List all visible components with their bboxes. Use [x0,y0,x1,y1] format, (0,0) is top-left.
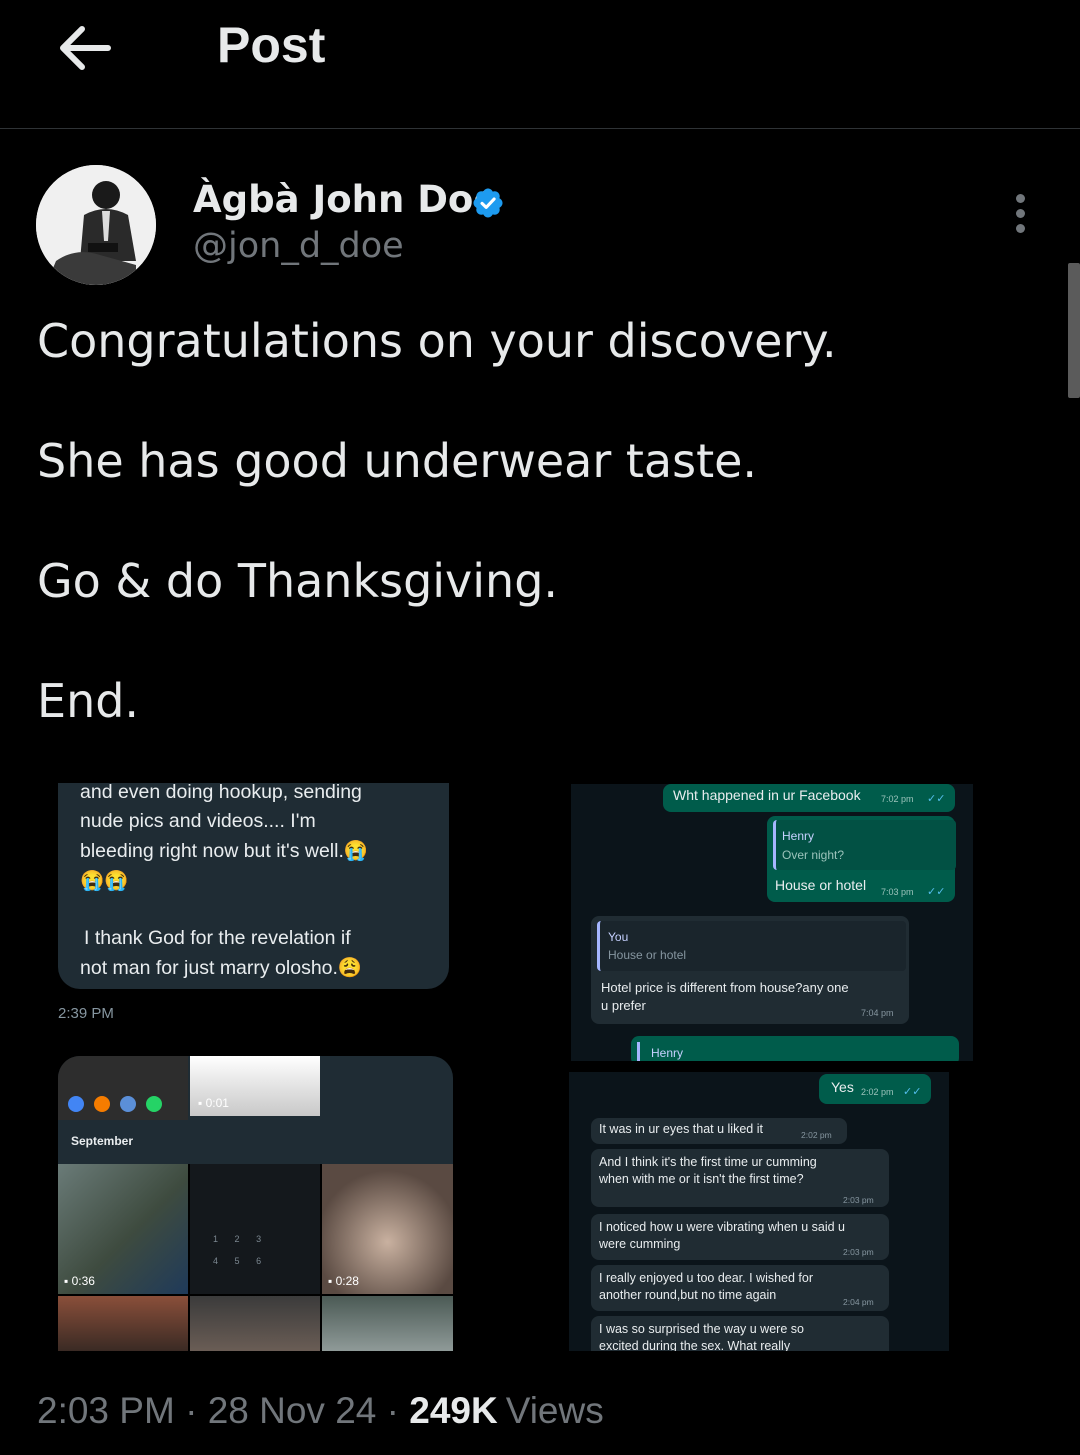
read-receipt-icon: ✓✓ [903,1086,922,1098]
chat-text: Hotel price is different from house?any … [601,980,849,995]
post-time: 2:03 PM [37,1390,175,1431]
gallery-month-label: September [71,1134,134,1148]
read-receipt-icon: ✓✓ [927,793,946,805]
quoted-text: House or hotel [608,948,687,962]
video-camera-icon: ▪ [64,1274,69,1288]
gallery-thumbnail [190,1164,320,1294]
chat-text-line: and even doing hookup, sending [80,783,362,803]
media-image-4[interactable]: Yes 2:02 pm ✓✓ It was in ur eyes that u … [569,1072,949,1351]
read-receipt-icon: ✓✓ [927,886,946,898]
quoted-message [597,921,906,971]
chat-timestamp: 7:03 pm [881,887,914,897]
tweet-text-line: Congratulations on your discovery. [37,314,837,368]
avatar-photo-icon [36,165,156,285]
post-date: 28 Nov 24 [207,1390,377,1431]
author-handle[interactable]: @jon_d_doe [193,226,404,266]
author-display-name[interactable]: Àgbà John Doe [193,178,498,221]
views-count[interactable]: 249K [409,1390,497,1431]
gallery-thumbnail [322,1296,453,1351]
chat-text: It was in ur eyes that u liked it [599,1122,763,1136]
quote-bar [637,1042,640,1061]
views-label[interactable]: Views [506,1390,604,1431]
video-camera-icon: ▪ [328,1274,333,1288]
gallery-thumbnail [58,1296,188,1351]
app-icon [120,1096,136,1112]
chat-text: another round,but no time again [599,1288,777,1302]
more-dot-icon [1015,209,1025,218]
chat-timestamp: 7:02 pm [881,794,914,804]
keypad-row: 4 5 6 [213,1256,262,1266]
tweet-text-line: Go & do Thanksgiving. [37,554,559,608]
chat-timestamp: 2:04 pm [843,1297,874,1307]
top-bar: Post [0,0,1080,129]
chat-text-line: not man for just marry olosho.😩 [80,957,363,979]
app-icon [94,1096,110,1112]
chat-timestamp: 2:03 pm [843,1195,874,1205]
video-duration-text: 0:01 [205,1096,229,1110]
verified-badge-icon [473,188,503,218]
chat-timestamp: 7:04 pm [861,1008,894,1018]
chat-text: House or hotel [775,877,867,893]
chrome-icon [68,1096,84,1112]
chat-text: excited during the sex. What really [599,1339,791,1351]
tweet-text-line: She has good underwear taste. [37,434,758,488]
media-image-2[interactable]: Wht happened in ur Facebook 7:02 pm ✓✓ H… [571,784,973,1061]
chat-text: were cumming [599,1237,681,1251]
tweet-text-line: End. [37,674,140,728]
quoted-author: Henry [782,829,815,843]
chat-text: I noticed how u were vibrating when u sa… [599,1220,845,1234]
meta-separator: · [185,1390,198,1431]
arrow-left-icon [60,26,111,70]
whatsapp-icon [146,1096,162,1112]
chat-text: when with me or it isn't the first time? [599,1172,804,1186]
media-image-1[interactable]: and even doing hookup, sending nude pics… [58,783,453,1033]
chat-timestamp: 2:02 pm [801,1130,832,1140]
chat-text-line: I thank God for the revelation if [84,927,351,949]
page-title: Post [217,17,326,73]
quoted-text: Over night? [782,848,845,862]
chat-text: u prefer [601,998,646,1013]
quoted-message [773,820,956,870]
back-button[interactable] [52,18,116,78]
meta-separator: · [386,1390,399,1431]
media-image-3[interactable]: ▪ 0:01 September 1 2 3 4 5 6 ▪ 0:36 ▪ 0:… [58,1056,453,1351]
chat-text-line: bleeding right now but it's well.😭 [80,840,369,862]
scrollbar[interactable] [1068,263,1080,398]
chat-text: I really enjoyed u too dear. I wished fo… [599,1271,814,1285]
video-duration-text: 0:28 [335,1274,359,1288]
chat-text: Wht happened in ur Facebook [673,787,861,803]
quoted-author: Henry [651,1046,684,1060]
quoted-author: You [608,930,629,944]
more-dot-icon [1015,224,1025,233]
chat-text-line: nude pics and videos.... I'm [80,810,316,832]
chat-text: And I think it's the first time ur cummi… [599,1155,817,1169]
avatar[interactable] [36,165,156,285]
video-duration-text: 0:36 [71,1274,95,1288]
gallery-thumbnail [190,1296,320,1351]
chat-timestamp: 2:03 pm [843,1247,874,1257]
video-duration: ▪ 0:01 [198,1096,229,1110]
chat-text: I was so surprised the way u were so [599,1322,804,1336]
app-icons-row [68,1096,186,1112]
more-dot-icon [1015,194,1025,203]
post-meta: 2:03 PM · 28 Nov 24 · 249K Views [37,1390,604,1432]
more-options-button[interactable] [1004,190,1036,240]
chat-timestamp: 2:02 pm [861,1087,894,1097]
video-duration: ▪ 0:28 [328,1274,359,1288]
keypad-row: 1 2 3 [213,1234,262,1244]
video-camera-icon: ▪ [198,1096,203,1110]
chat-text-line: 😭😭 [80,870,129,892]
chat-text: Yes [831,1079,854,1095]
chat-timestamp: 2:39 PM [58,1005,114,1022]
video-duration: ▪ 0:36 [64,1274,95,1288]
